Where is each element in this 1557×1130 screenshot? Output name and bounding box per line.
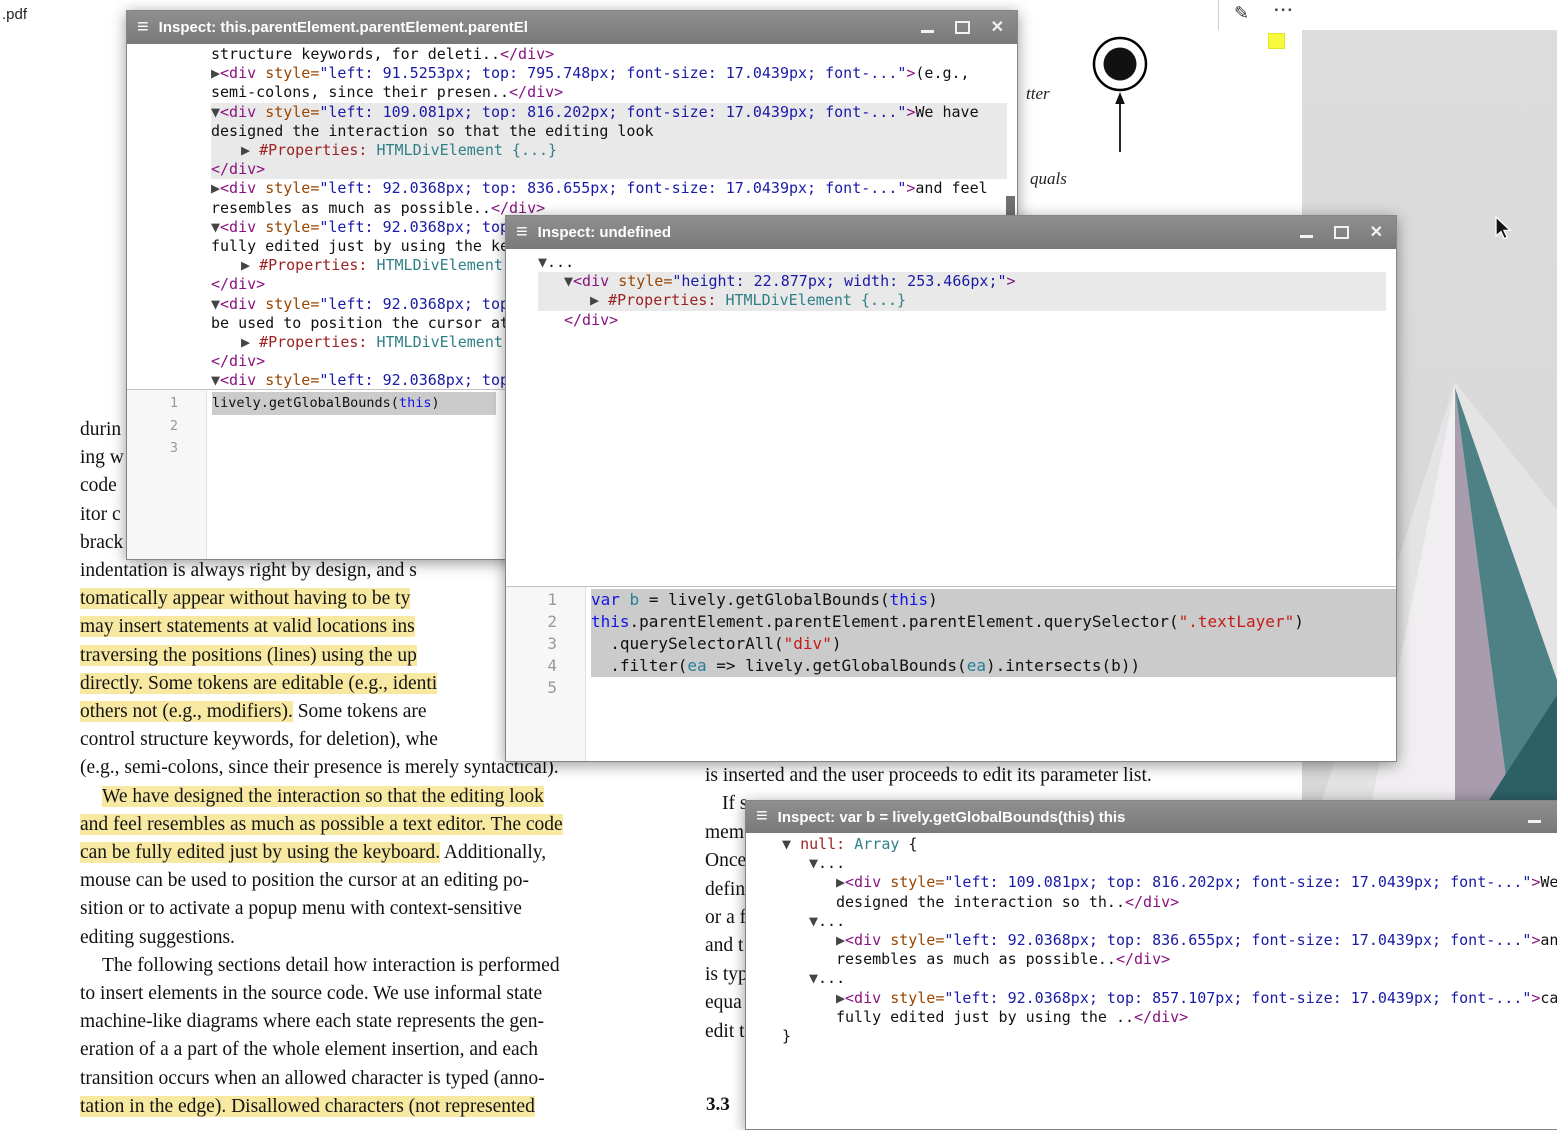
dom-tree-row[interactable]: }: [782, 1027, 1557, 1046]
dom-tree-row[interactable]: ▶<div style="left: 92.0368px; top: 857.1…: [782, 989, 1557, 1008]
pdf-text-line: The following sections detail how intera…: [80, 952, 563, 980]
pdf-text-line: transition occurs when an allowed charac…: [80, 1065, 563, 1093]
dom-tree-row[interactable]: ▼<div style="left: 109.081px; top: 816.2…: [211, 103, 1007, 122]
more-options-icon[interactable]: ...: [1274, 0, 1294, 16]
pdf-text-line: sition or to activate a popup menu with …: [80, 895, 563, 923]
edit-pencil-icon[interactable]: ✎: [1234, 3, 1249, 24]
dom-tree-row[interactable]: semi-colons, since their presen..</div>: [211, 83, 1007, 102]
window-menu-icon[interactable]: ≡: [756, 806, 768, 826]
dom-tree-row[interactable]: ▶<div style="left: 91.5253px; top: 795.7…: [211, 64, 1007, 83]
dom-tree-row[interactable]: structure keywords, for deleti..</div>: [211, 45, 1007, 64]
dom-tree-row[interactable]: ▼...: [782, 912, 1557, 931]
pdf-text-line: eration of a a part of the whole element…: [80, 1036, 563, 1064]
transition-arrowhead: [1115, 92, 1125, 104]
line-number: 5: [506, 677, 557, 699]
line-number: 2: [506, 611, 557, 633]
dom-tree-row[interactable]: ▼...: [782, 969, 1557, 988]
dom-tree-row[interactable]: ▼<div style="height: 22.877px; width: 25…: [538, 272, 1386, 291]
dom-tree-row[interactable]: ▼...: [782, 854, 1557, 873]
dom-tree-row[interactable]: ▶<div style="left: 92.0368px; top: 836.6…: [211, 179, 1007, 198]
dom-tree-row[interactable]: ▼...: [538, 253, 1386, 272]
pdf-text-line: others not (e.g., modifiers). Some token…: [80, 698, 563, 726]
maximize-button[interactable]: [1334, 226, 1349, 239]
dom-tree-row[interactable]: ▶ #Properties: HTMLDivElement {...}: [538, 291, 1386, 310]
toolbar-divider: [1218, 0, 1219, 30]
mouse-cursor: [1494, 216, 1518, 242]
dom-tree[interactable]: ▼ null: Array {▼...▶<div style="left: 10…: [746, 833, 1557, 1129]
inspector-window-3[interactable]: ≡ Inspect: var b = lively.getGlobalBound…: [745, 800, 1557, 1130]
yellow-note[interactable]: [1268, 33, 1285, 49]
dom-tree-row[interactable]: fully edited just by using the ..</div>: [782, 1008, 1557, 1027]
pdf-text-line: mouse can be used to position the cursor…: [80, 867, 563, 895]
code-line[interactable]: var b = lively.getGlobalBounds(this): [591, 589, 1396, 611]
dom-tree-row[interactable]: resembles as much as possible..</div>: [782, 950, 1557, 969]
pdf-text-line: traversing the positions (lines) using t…: [80, 642, 563, 670]
pdf-text-line: control structure keywords, for deletion…: [80, 726, 563, 754]
code-line[interactable]: [591, 677, 1396, 699]
pdf-text-line: tomatically appear without having to be …: [80, 585, 563, 613]
pdf-text-line: machine-like diagrams where each state r…: [80, 1008, 563, 1036]
dom-tree-row[interactable]: ▶<div style="left: 92.0368px; top: 836.6…: [782, 931, 1557, 950]
code-line[interactable]: .querySelectorAll("div"): [591, 633, 1396, 655]
window-title: Inspect: undefined: [538, 224, 1290, 241]
pdf-text-line: editing suggestions.: [80, 924, 563, 952]
diagram-edge-label: quals: [1030, 169, 1067, 189]
dom-tree-row[interactable]: ▶ #Properties: HTMLDivElement {...}: [211, 141, 1007, 160]
line-number: 1: [127, 392, 178, 415]
close-button[interactable]: ✕: [991, 21, 1004, 34]
dom-tree[interactable]: ▼...▼<div style="height: 22.877px; width…: [506, 249, 1396, 590]
window-menu-icon[interactable]: ≡: [516, 222, 528, 242]
code-line[interactable]: this.parentElement.parentElement.parentE…: [591, 611, 1396, 633]
line-number: 3: [506, 633, 557, 655]
dom-tree-row[interactable]: </div>: [211, 160, 1007, 179]
start-node: [1104, 48, 1137, 81]
inspector-window-2[interactable]: ≡ Inspect: undefined ✕ ▼...▼<div style="…: [505, 215, 1397, 762]
minimize-button[interactable]: [1300, 227, 1313, 238]
window-titlebar[interactable]: ≡ Inspect: undefined ✕: [506, 216, 1396, 249]
dom-tree-row[interactable]: designed the interaction so th..</div>: [782, 893, 1557, 912]
pdf-text-line: We have designed the interaction so that…: [80, 783, 563, 811]
pdf-file-label: .pdf: [2, 6, 27, 23]
state-diagram: [1020, 30, 1260, 170]
section-heading: 3.3: [706, 1094, 730, 1116]
pdf-text-line: may insert statements at valid locations…: [80, 613, 563, 641]
pdf-text-line: to insert elements in the source code. W…: [80, 980, 563, 1008]
code-editor[interactable]: var b = lively.getGlobalBounds(this)this…: [586, 587, 1396, 761]
window-titlebar[interactable]: ≡ Inspect: this.parentElement.parentElem…: [127, 11, 1017, 44]
line-number: 3: [127, 437, 178, 460]
pdf-text-line: can be fully edited just by using the ke…: [80, 839, 563, 867]
pdf-text-line: (e.g., semi-colons, since their presence…: [80, 754, 563, 782]
line-number-gutter: 12345: [506, 587, 586, 761]
line-number: 4: [506, 655, 557, 677]
line-number: 2: [127, 415, 178, 438]
window-title: Inspect: var b = lively.getGlobalBounds(…: [778, 809, 1518, 826]
line-number: 1: [506, 589, 557, 611]
dom-tree-row[interactable]: </div>: [538, 311, 1386, 330]
minimize-button[interactable]: [1528, 812, 1541, 823]
window-titlebar[interactable]: ≡ Inspect: var b = lively.getGlobalBound…: [746, 801, 1557, 833]
pdf-text-line: tation in the edge). Disallowed characte…: [80, 1093, 563, 1121]
dom-tree-row[interactable]: ▼ null: Array {: [782, 835, 1557, 854]
close-button[interactable]: ✕: [1370, 226, 1383, 239]
pdf-text-line: indentation is always right by design, a…: [80, 557, 563, 585]
code-line[interactable]: lively.getGlobalBounds(this): [212, 392, 496, 415]
line-number-gutter: 123: [127, 390, 207, 559]
window-menu-icon[interactable]: ≡: [137, 17, 149, 37]
minimize-button[interactable]: [921, 22, 934, 33]
maximize-button[interactable]: [955, 21, 970, 34]
window-title: Inspect: this.parentElement.parentElemen…: [159, 19, 911, 36]
dom-tree-row[interactable]: ▶<div style="left: 109.081px; top: 816.2…: [782, 873, 1557, 892]
code-line[interactable]: .filter(ea => lively.getGlobalBounds(ea)…: [591, 655, 1396, 677]
dom-tree-row[interactable]: designed the interaction so that the edi…: [211, 122, 1007, 141]
pdf-text-line: directly. Some tokens are editable (e.g.…: [80, 670, 563, 698]
pdf-text-line: and feel resembles as much as possible a…: [80, 811, 563, 839]
pdf-text-line: is inserted and the user proceeds to edi…: [705, 762, 1152, 790]
